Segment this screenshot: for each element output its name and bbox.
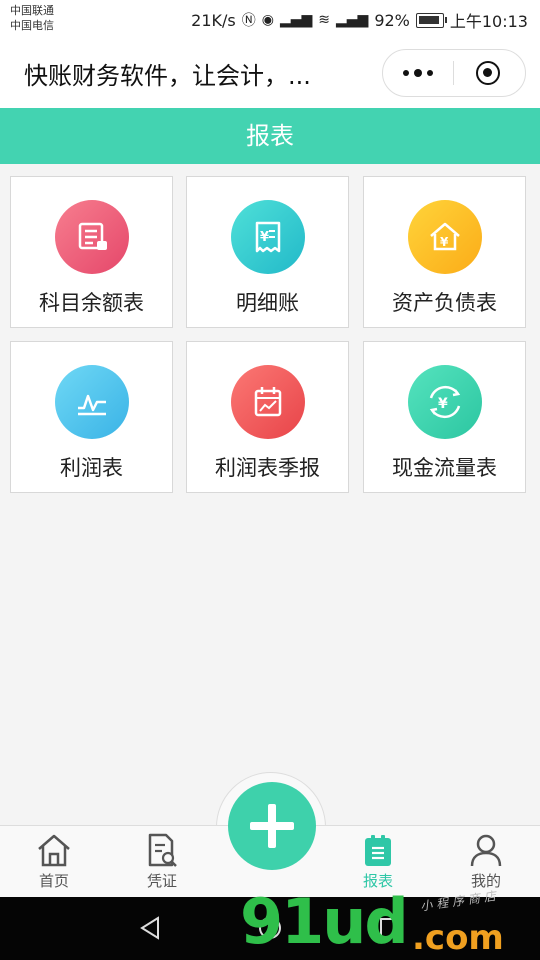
signal-icon: ▂▄▆	[279, 12, 313, 28]
status-bar: 中国联通 中国电信 21K/s Ⓝ ◉ ▂▄▆ ≋ ▂▄▆ 92% 上午10:1…	[0, 0, 540, 38]
app-title: 快账财务软件，让会计，...	[24, 62, 311, 90]
tab-home[interactable]: 首页	[9, 826, 99, 898]
report-label: 科目余额表	[39, 291, 144, 315]
capsule-divider	[453, 61, 454, 85]
signal-icon-2: ▂▄▆	[336, 12, 369, 28]
report-label: 明细账	[236, 291, 299, 315]
report-card-cash-flow[interactable]: ¥ 现金流量表	[363, 341, 526, 493]
eye-icon: ◉	[261, 12, 274, 28]
battery-percent: 92%	[374, 10, 410, 30]
report-clipboard-icon	[365, 835, 391, 866]
battery-icon	[415, 12, 447, 28]
svg-text:¥: ¥	[260, 230, 269, 245]
report-label: 利润表	[60, 456, 123, 480]
dot-icon	[414, 69, 422, 77]
plus-icon	[250, 822, 294, 830]
report-card-quarterly-income[interactable]: 利润表季报	[186, 341, 349, 493]
yuan-cycle-icon: ¥	[408, 365, 482, 439]
dot-icon	[403, 70, 409, 76]
nfc-icon: Ⓝ	[241, 13, 256, 29]
report-card-detail-ledger[interactable]: ¥ 明细账	[186, 176, 349, 328]
clock: 上午10:13	[449, 12, 528, 31]
network-speed: 21K/s	[191, 10, 236, 30]
user-icon	[470, 834, 502, 867]
house-icon: ¥	[408, 200, 482, 274]
carrier-info: 中国联通 中国电信	[10, 3, 54, 33]
more-options-button[interactable]	[383, 50, 453, 96]
carrier-1: 中国联通	[10, 4, 54, 17]
report-label: 资产负债表	[392, 291, 497, 315]
mini-program-titlebar: 快账财务软件，让会计，...	[0, 38, 540, 108]
dot-icon	[427, 70, 433, 76]
wifi-icon: ≋	[318, 12, 330, 28]
tab-label: 凭证	[146, 872, 177, 890]
home-icon	[38, 834, 70, 867]
voucher-search-icon	[148, 833, 177, 867]
report-label: 现金流量表	[392, 456, 497, 480]
capsule-menu	[382, 49, 526, 97]
report-card-account-balance[interactable]: 科目余额表	[10, 176, 173, 328]
report-card-balance-sheet[interactable]: ¥ 资产负债表	[363, 176, 526, 328]
page-title: 报表	[0, 108, 540, 164]
status-indicators: 21K/s Ⓝ ◉ ▂▄▆ ≋ ▂▄▆ 92% 上午10:13	[191, 8, 528, 32]
report-label: 利润表季报	[215, 456, 320, 480]
watermark-domain: .com	[412, 918, 504, 958]
close-miniprogram-icon[interactable]	[476, 61, 500, 85]
carrier-2: 中国电信	[10, 19, 54, 32]
watermark-logo: 91ud	[240, 885, 409, 958]
tab-voucher[interactable]: 凭证	[117, 826, 207, 898]
svg-text:¥: ¥	[440, 235, 449, 249]
add-voucher-button[interactable]	[228, 782, 316, 870]
tab-label: 首页	[38, 872, 69, 890]
calendar-chart-icon	[231, 365, 305, 439]
ledger-icon	[55, 200, 129, 274]
report-card-income-statement[interactable]: 利润表	[10, 341, 173, 493]
line-chart-icon	[55, 365, 129, 439]
back-icon[interactable]	[138, 915, 164, 941]
receipt-icon: ¥	[231, 200, 305, 274]
svg-text:¥: ¥	[438, 396, 448, 412]
